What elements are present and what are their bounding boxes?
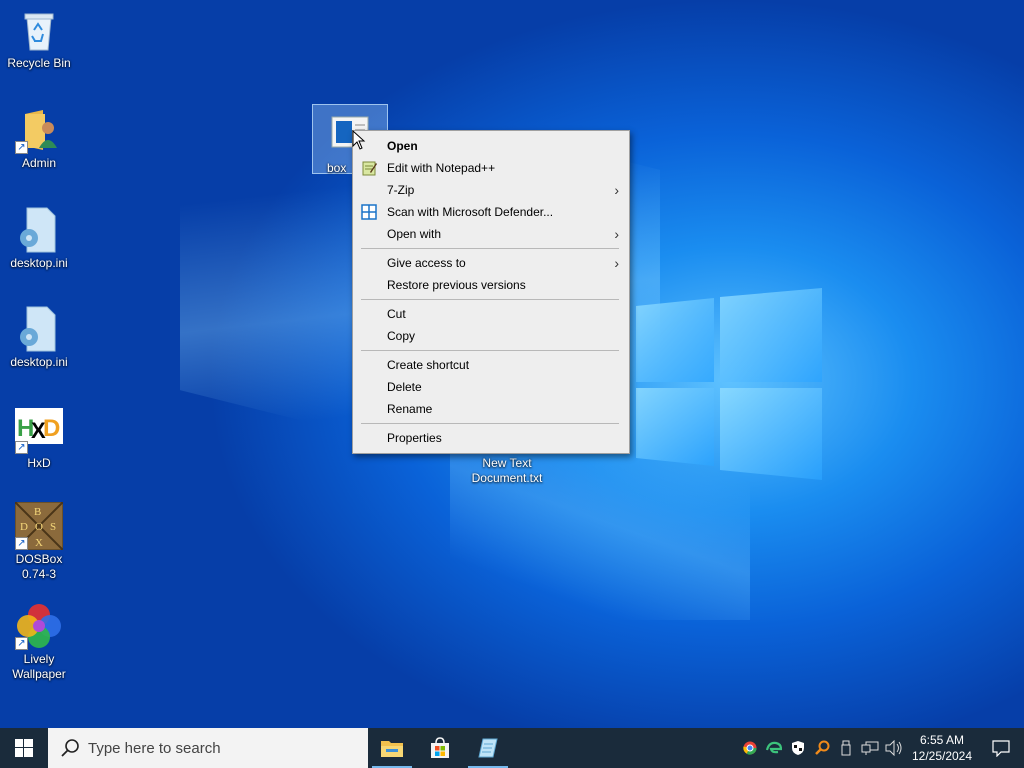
desktop-icon-label: Admin <box>21 156 56 170</box>
windows-wallpaper-logo <box>636 288 822 480</box>
svg-text:X: X <box>35 537 43 549</box>
windows-start-icon <box>15 739 33 757</box>
svg-text:D: D <box>20 521 28 533</box>
desktop-icon-label: Recycle Bin <box>7 56 71 70</box>
clock-time: 6:55 AM <box>919 733 965 747</box>
chrome-icon[interactable] <box>738 728 762 768</box>
menu-item-open[interactable]: Open <box>353 135 629 157</box>
menu-separator <box>361 350 619 351</box>
recycle-bin-icon <box>15 6 63 54</box>
menu-item-label: Open with <box>387 227 442 241</box>
menu-item-label: Create shortcut <box>387 358 470 372</box>
menu-item-open-with[interactable]: Open with › <box>353 223 629 245</box>
menu-item-label: Delete <box>387 380 422 394</box>
notification-icon <box>992 740 1010 757</box>
user-folder-icon: ↗ <box>15 106 63 154</box>
lively-wallpaper-icon: ↗ <box>15 602 63 650</box>
menu-separator <box>361 248 619 249</box>
taskbar-app-notepad[interactable] <box>464 728 512 768</box>
menu-item-give-access[interactable]: Give access to › <box>353 252 629 274</box>
notepad-plus-plus-icon <box>362 161 377 176</box>
search-placeholder: Type here to search <box>88 739 221 757</box>
desktop-icon-recycle-bin[interactable]: Recycle Bin <box>1 6 77 71</box>
desktop-icon-desktop-ini-1[interactable]: desktop.ini <box>1 206 77 271</box>
svg-text:O: O <box>35 521 43 533</box>
svg-text:B: B <box>34 506 41 518</box>
edge-update-icon[interactable] <box>762 728 786 768</box>
menu-item-rename[interactable]: Rename <box>353 398 629 420</box>
chevron-right-icon: › <box>614 226 619 242</box>
svg-text:S: S <box>50 521 56 533</box>
chevron-right-icon: › <box>614 255 619 271</box>
magnifier-tool-icon[interactable] <box>810 728 834 768</box>
chevron-right-icon: › <box>614 182 619 198</box>
menu-item-properties[interactable]: Properties <box>353 427 629 449</box>
menu-item-edit-with-notepad[interactable]: Edit with Notepad++ <box>353 157 629 179</box>
taskbar-app-file-explorer[interactable] <box>368 728 416 768</box>
menu-item-7zip[interactable]: 7-Zip › <box>353 179 629 201</box>
taskbar-app-microsoft-store[interactable] <box>416 728 464 768</box>
menu-separator <box>361 299 619 300</box>
search-icon <box>61 739 79 757</box>
context-menu: Open Edit with Notepad++ 7-Zip › Scan wi… <box>352 130 630 454</box>
hxd-icon: H X D ↗ <box>15 406 63 454</box>
desktop-icon-label: Lively Wallpaper <box>12 652 66 681</box>
menu-item-create-shortcut[interactable]: Create shortcut <box>353 354 629 376</box>
clock-date: 12/25/2024 <box>911 749 973 763</box>
shortcut-arrow-icon: ↗ <box>15 441 28 454</box>
defender-shield-icon <box>361 204 377 220</box>
menu-item-label: 7-Zip <box>387 183 415 197</box>
desktop-icon-lively-wallpaper[interactable]: ↗ Lively Wallpaper <box>1 602 77 682</box>
svg-text:D: D <box>43 415 60 442</box>
menu-item-cut[interactable]: Cut <box>353 303 629 325</box>
file-explorer-icon <box>381 741 403 757</box>
usb-device-icon[interactable] <box>834 728 858 768</box>
desktop-icon-label: desktop.ini <box>10 256 68 270</box>
shortcut-arrow-icon: ↗ <box>15 141 28 154</box>
desktop-icon-label: HxD <box>27 456 51 470</box>
menu-item-delete[interactable]: Delete <box>353 376 629 398</box>
notepad-icon <box>478 738 498 758</box>
menu-separator <box>361 423 619 424</box>
action-center-button[interactable] <box>978 728 1024 768</box>
desktop-icon-hxd[interactable]: H X D ↗ HxD <box>1 406 77 471</box>
menu-item-scan-defender[interactable]: Scan with Microsoft Defender... <box>353 201 629 223</box>
menu-item-label: Cut <box>387 307 406 321</box>
desktop-icon-label: New Text Document.txt <box>471 456 543 485</box>
microsoft-store-icon <box>431 737 449 758</box>
menu-item-label: Properties <box>387 431 442 445</box>
menu-item-label: Open <box>387 139 418 153</box>
taskbar-search-box[interactable]: Type here to search <box>48 728 368 768</box>
taskbar-clock[interactable]: 6:55 AM 12/25/2024 <box>906 732 978 764</box>
shortcut-arrow-icon: ↗ <box>15 537 28 550</box>
start-button[interactable] <box>0 728 48 768</box>
settings-file-icon <box>15 305 63 353</box>
desktop-icon-admin[interactable]: ↗ Admin <box>1 106 77 171</box>
menu-item-copy[interactable]: Copy <box>353 325 629 347</box>
desktop-icon-label: desktop.ini <box>10 355 68 369</box>
shortcut-arrow-icon: ↗ <box>15 637 28 650</box>
network-icon[interactable] <box>858 728 882 768</box>
system-tray: 6:55 AM 12/25/2024 <box>738 728 1024 768</box>
desktop-icon-label: DOSBox 0.74-3 <box>15 552 63 581</box>
volume-icon[interactable] <box>882 728 906 768</box>
desktop-icon-desktop-ini-2[interactable]: desktop.ini <box>1 305 77 370</box>
menu-item-label: Restore previous versions <box>387 278 526 292</box>
menu-item-label: Scan with Microsoft Defender... <box>387 205 554 219</box>
menu-item-label: Copy <box>387 329 416 343</box>
taskbar: Type here to search 6:55 AM 12/25/2024 <box>0 728 1024 768</box>
menu-item-label: Rename <box>387 402 433 416</box>
security-shield-icon[interactable] <box>786 728 810 768</box>
menu-item-restore-previous-versions[interactable]: Restore previous versions <box>353 274 629 296</box>
mouse-cursor-icon <box>352 130 366 150</box>
dosbox-icon: B D O S X ↗ <box>14 501 64 551</box>
desktop-icon-new-text-document[interactable]: New Text Document.txt <box>466 454 548 486</box>
menu-item-label: Edit with Notepad++ <box>387 161 496 175</box>
desktop-icon-dosbox[interactable]: B D O S X ↗ DOSBox 0.74-3 <box>1 501 77 582</box>
menu-item-label: Give access to <box>387 256 466 270</box>
settings-file-icon <box>15 206 63 254</box>
